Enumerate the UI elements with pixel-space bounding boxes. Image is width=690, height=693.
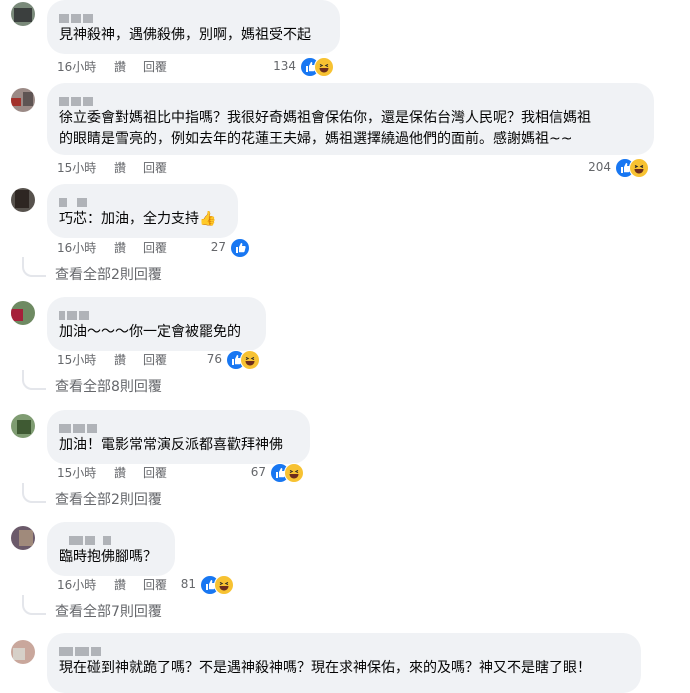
like-button[interactable]: 讚 <box>114 59 126 75</box>
comment-text: 加油～～～你一定會被罷免的 <box>59 324 241 340</box>
comment-bubble: 加油！電影常常演反派都喜歡拜神佛 <box>47 410 310 464</box>
comment-bubble: 巧芯：加油，全力支持👍 <box>47 184 238 238</box>
comment-time[interactable]: 16小時 <box>57 240 96 256</box>
reply-button[interactable]: 回覆 <box>143 160 167 176</box>
comment-text: 見神殺神，遇佛殺佛，別啊，媽祖受不起 <box>59 27 311 43</box>
like-button[interactable]: 讚 <box>114 465 126 481</box>
reaction-summary[interactable]: 134 <box>240 57 338 77</box>
like-icon <box>230 238 250 258</box>
haha-icon <box>240 350 260 370</box>
like-button[interactable]: 讚 <box>114 352 126 368</box>
comment-bubble: 現在碰到神就跪了嗎？不是遇神殺神嗎？現在求神保佑，來的及嗎？神又不是瞎了眼！ <box>47 633 641 693</box>
author-name-blurred[interactable] <box>59 641 103 656</box>
author-name-blurred[interactable] <box>59 530 113 545</box>
reply-button[interactable]: 回覆 <box>143 465 167 481</box>
thread-connector <box>22 595 46 615</box>
thread-connector <box>22 370 46 390</box>
comment-time[interactable]: 16小時 <box>57 59 96 75</box>
thread-connector <box>22 257 46 277</box>
haha-icon <box>629 158 649 178</box>
avatar[interactable] <box>11 414 35 438</box>
like-button[interactable]: 讚 <box>114 240 126 256</box>
comment-bubble: 見神殺神，遇佛殺佛，別啊，媽祖受不起 <box>47 0 340 54</box>
reaction-summary[interactable]: 67 <box>210 463 308 483</box>
comment-bubble: 徐立委會對媽祖比中指嗎？我很好奇媽祖會保佑你，還是保佑台灣人民呢？我相信媽祖 的… <box>47 83 654 155</box>
view-replies-link[interactable]: 查看全部8則回覆 <box>55 379 162 395</box>
view-replies-link[interactable]: 查看全部2則回覆 <box>55 267 162 283</box>
comment-text: 加油！電影常常演反派都喜歡拜神佛 <box>59 437 283 453</box>
reply-button[interactable]: 回覆 <box>143 59 167 75</box>
author-name-blurred[interactable] <box>59 418 99 433</box>
reaction-summary[interactable]: 81 <box>140 575 238 595</box>
reaction-count: 27 <box>210 240 226 254</box>
reaction-summary[interactable]: 27 <box>160 238 254 258</box>
comment-text: 徐立委會對媽祖比中指嗎？我很好奇媽祖會保佑你，還是保佑台灣人民呢？我相信媽祖 的… <box>59 110 591 147</box>
reply-button[interactable]: 回覆 <box>143 352 167 368</box>
avatar[interactable] <box>11 188 35 212</box>
reaction-summary[interactable]: 76 <box>166 350 264 370</box>
reaction-count: 67 <box>250 465 266 479</box>
comment-text: 巧芯：加油，全力支持👍 <box>59 211 217 227</box>
like-button[interactable]: 讚 <box>114 577 126 593</box>
avatar[interactable] <box>11 88 35 112</box>
comment-time[interactable]: 15小時 <box>57 465 96 481</box>
comment-time[interactable]: 15小時 <box>57 160 96 176</box>
reaction-count: 134 <box>273 59 296 73</box>
author-name-blurred[interactable] <box>59 192 89 207</box>
comment-text: 臨時抱佛腳嗎？ <box>59 549 157 565</box>
author-name-blurred[interactable] <box>59 91 95 106</box>
author-name-blurred[interactable] <box>59 8 95 23</box>
reaction-summary[interactable]: 204 <box>555 158 653 178</box>
reaction-count: 81 <box>180 577 196 591</box>
avatar[interactable] <box>11 640 35 664</box>
comment-time[interactable]: 15小時 <box>57 352 96 368</box>
author-name-blurred[interactable] <box>59 305 91 320</box>
avatar[interactable] <box>11 2 35 26</box>
haha-icon <box>214 575 234 595</box>
comment-bubble: 臨時抱佛腳嗎？ <box>47 522 175 576</box>
avatar[interactable] <box>11 526 35 550</box>
comment-time[interactable]: 16小時 <box>57 577 96 593</box>
haha-icon <box>314 57 334 77</box>
view-replies-link[interactable]: 查看全部2則回覆 <box>55 492 162 508</box>
reaction-count: 76 <box>206 352 222 366</box>
like-button[interactable]: 讚 <box>114 160 126 176</box>
haha-icon <box>284 463 304 483</box>
thread-connector <box>22 483 46 503</box>
reaction-count: 204 <box>588 160 611 174</box>
comment-text: 現在碰到神就跪了嗎？不是遇神殺神嗎？現在求神保佑，來的及嗎？神又不是瞎了眼！ <box>59 660 591 676</box>
avatar[interactable] <box>11 301 35 325</box>
view-replies-link[interactable]: 查看全部7則回覆 <box>55 604 162 620</box>
comment-bubble: 加油～～～你一定會被罷免的 <box>47 297 266 351</box>
